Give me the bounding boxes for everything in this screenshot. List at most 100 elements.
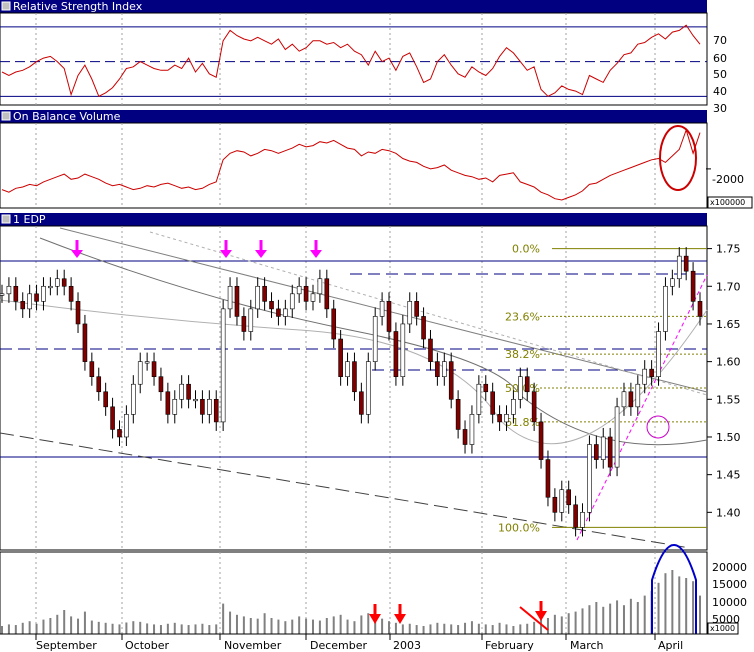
volume-bar-68 <box>470 621 473 634</box>
candle-body-99 <box>683 255 689 272</box>
candle-body-57 <box>393 331 399 377</box>
volume-tick-10000: 10000 <box>712 596 747 609</box>
volume-bar-84 <box>581 608 584 634</box>
candle-body-32 <box>220 308 226 423</box>
candle-body-4 <box>27 293 32 310</box>
candle-body-86 <box>594 444 599 460</box>
volume-bar-8 <box>56 614 59 634</box>
volume-bar-2 <box>14 625 17 634</box>
volume-bar-36 <box>249 618 252 634</box>
candle-body-22 <box>151 361 157 377</box>
volume-bar-89 <box>616 600 619 634</box>
month-label-march: March <box>570 639 604 652</box>
candle-body-23 <box>158 376 164 393</box>
rsi-tick-50: 50 <box>713 68 727 81</box>
volume-bar-70 <box>484 624 487 634</box>
candle-body-3 <box>20 301 26 310</box>
volume-bar-86 <box>595 602 598 634</box>
candle-body-63 <box>435 361 440 377</box>
candle-body-98 <box>676 255 682 280</box>
candle-body-9 <box>61 278 67 287</box>
candle-body-54 <box>372 316 378 362</box>
candle-body-61 <box>421 316 426 340</box>
volume-bar-83 <box>574 611 577 634</box>
candle-body-7 <box>48 285 53 289</box>
volume-bar-96 <box>664 573 667 634</box>
fib-label-2: 38.2% <box>505 348 540 361</box>
candle-body-28 <box>193 399 198 402</box>
candle-body-65 <box>448 361 454 400</box>
price-tick-label-5: 1.50 <box>716 431 741 444</box>
volume-bar-80 <box>553 614 556 634</box>
volume-bar-31 <box>215 624 218 634</box>
volume-bar-51 <box>353 621 356 634</box>
candle-body-49 <box>338 338 343 377</box>
volume-bar-53 <box>367 613 370 634</box>
volume-bar-4 <box>28 621 31 634</box>
candle-body-12 <box>82 323 88 362</box>
volume-bar-43 <box>298 616 301 634</box>
candle-body-85 <box>587 444 592 513</box>
price-tick-label-6: 1.45 <box>716 469 741 482</box>
volume-unit: x1000 <box>710 624 735 633</box>
candle-body-95 <box>656 331 661 377</box>
volume-bar-34 <box>235 614 238 634</box>
candle-body-33 <box>227 285 233 310</box>
volume-bar-92 <box>636 602 639 634</box>
candle-body-59 <box>407 301 413 325</box>
volume-bar-3 <box>21 622 24 634</box>
candle-body-87 <box>600 436 606 460</box>
candle-body-39 <box>269 301 274 310</box>
volume-bar-61 <box>422 626 425 634</box>
volume-tick-20000: 20000 <box>712 561 747 574</box>
month-label-september: September <box>36 639 97 652</box>
candle-body-100 <box>690 270 696 302</box>
obv-unit: x100000 <box>710 198 745 207</box>
candle-body-30 <box>207 399 212 415</box>
volume-bar-26 <box>180 624 183 634</box>
month-label-november: November <box>224 639 282 652</box>
volume-bar-85 <box>588 605 591 634</box>
price-panel-menu-icon[interactable] <box>1 214 11 224</box>
volume-bar-62 <box>429 624 432 634</box>
candle-body-60 <box>414 301 419 317</box>
volume-bar-59 <box>408 623 411 634</box>
candle-body-91 <box>628 391 634 408</box>
volume-bar-95 <box>657 582 660 634</box>
volume-bar-38 <box>263 613 266 634</box>
price-title-bar <box>0 213 707 226</box>
candle-body-83 <box>573 504 578 528</box>
volume-bar-16 <box>111 623 114 634</box>
volume-bar-15 <box>104 622 107 634</box>
volume-bar-72 <box>498 622 501 634</box>
rsi-panel-menu-icon[interactable] <box>1 1 11 11</box>
candle-body-5 <box>34 293 39 302</box>
volume-bar-45 <box>311 619 314 634</box>
candle-body-66 <box>455 399 461 430</box>
volume-bar-76 <box>526 623 529 634</box>
volume-bar-19 <box>132 621 135 634</box>
obv-panel-menu-icon[interactable] <box>1 111 11 121</box>
rsi-title: Relative Strength Index <box>13 0 143 13</box>
candle-body-11 <box>75 301 81 325</box>
candle-body-84 <box>580 512 585 528</box>
volume-bar-65 <box>450 624 453 634</box>
volume-bar-57 <box>394 622 397 634</box>
rsi-tick-40: 40 <box>713 85 727 98</box>
candle-body-2 <box>13 285 19 302</box>
price-title: 1 EDP <box>13 213 46 226</box>
candle-body-24 <box>165 391 171 415</box>
month-label-october: October <box>125 639 169 652</box>
candle-body-10 <box>68 285 74 302</box>
candle-body-36 <box>248 308 254 332</box>
candle-body-81 <box>559 489 565 513</box>
volume-bar-35 <box>242 616 245 634</box>
volume-bar-46 <box>318 620 321 634</box>
candle-body-18 <box>124 414 129 438</box>
candle-body-62 <box>428 338 433 362</box>
volume-bar-30 <box>208 625 211 634</box>
candle-body-97 <box>670 278 675 287</box>
rsi-tick-30: 30 <box>713 102 727 115</box>
candle-body-55 <box>379 301 385 317</box>
candle-body-14 <box>96 376 102 393</box>
